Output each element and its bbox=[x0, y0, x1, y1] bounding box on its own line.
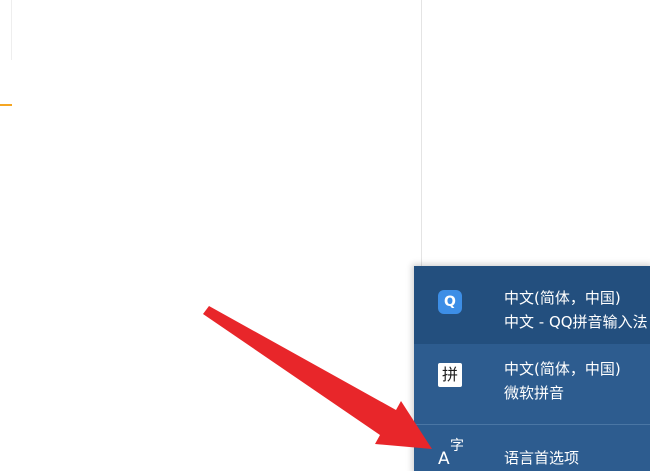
desktop-area: Q 中文(简体，中国) 中文 - QQ拼音输入法 拼 中文(简体，中国) 微软拼… bbox=[0, 0, 650, 471]
menu-item-language: 中文(简体，中国) bbox=[504, 360, 621, 378]
window-edge-line bbox=[11, 0, 12, 60]
orange-accent-mark bbox=[0, 104, 12, 106]
menu-item-language: 中文(简体，中国) bbox=[504, 289, 621, 307]
window-divider bbox=[421, 0, 422, 270]
menu-item-qq-pinyin[interactable]: Q 中文(简体，中国) 中文 - QQ拼音输入法 bbox=[414, 266, 650, 344]
language-icon-a-glyph: A bbox=[438, 449, 450, 469]
menu-item-microsoft-pinyin[interactable]: 拼 中文(简体，中国) 微软拼音 bbox=[414, 344, 650, 424]
input-language-menu: Q 中文(简体，中国) 中文 - QQ拼音输入法 拼 中文(简体，中国) 微软拼… bbox=[414, 266, 650, 471]
menu-item-language-preferences[interactable]: A 字 语言首选项 bbox=[414, 425, 650, 471]
menu-item-label: 语言首选项 bbox=[504, 449, 580, 467]
menu-item-input-method: 中文 - QQ拼音输入法 bbox=[504, 313, 648, 331]
microsoft-pinyin-icon: 拼 bbox=[438, 363, 462, 387]
qq-pinyin-icon: Q bbox=[438, 290, 462, 314]
language-preferences-icon: A 字 bbox=[434, 435, 468, 471]
language-icon-zi-glyph: 字 bbox=[450, 438, 464, 454]
menu-item-input-method: 微软拼音 bbox=[504, 384, 565, 402]
